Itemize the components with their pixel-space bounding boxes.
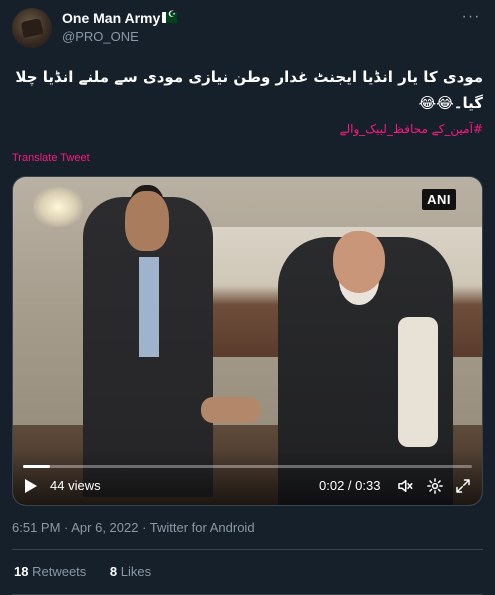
fullscreen-icon[interactable] xyxy=(454,477,472,495)
translate-tweet-link[interactable]: Translate Tweet xyxy=(12,152,90,164)
tweet-timestamp[interactable]: 6:51 PM · Apr 6, 2022 · Twitter for Andr… xyxy=(12,520,255,535)
settings-gear-icon[interactable] xyxy=(426,477,444,495)
ani-watermark: ANI xyxy=(422,189,456,210)
video-frame-handshake xyxy=(201,397,261,423)
volume-muted-icon[interactable] xyxy=(396,477,414,495)
video-controls: 44 views 0:02 / 0:33 xyxy=(13,449,482,505)
hashtag-link[interactable]: #آمین_کے محافظ_لبیک_والے xyxy=(339,122,483,136)
author-display-name[interactable]: One Man Army xyxy=(62,10,160,26)
video-progress-fill xyxy=(23,465,50,468)
play-icon[interactable] xyxy=(25,479,37,493)
divider xyxy=(12,549,483,550)
tweet-text: مودی کا یار انڈیا ایجنٹ غدار وطن نیازی م… xyxy=(15,68,483,112)
video-frame-lamp xyxy=(33,187,83,227)
video-time: 0:02 / 0:33 xyxy=(319,478,381,493)
video-player[interactable]: ANI 44 views 0:02 / 0:33 xyxy=(12,176,483,506)
author-handle[interactable]: @PRO_ONE xyxy=(62,29,139,44)
likes-stat[interactable]: 8 Likes xyxy=(110,564,151,579)
retweets-label: Retweets xyxy=(32,564,87,579)
retweets-stat[interactable]: 18 Retweets xyxy=(14,564,86,579)
video-progress-bar[interactable] xyxy=(23,465,472,468)
likes-label: Likes xyxy=(120,564,152,579)
tweet-header: One Man Army @PRO_ONE ··· xyxy=(12,8,483,48)
pakistan-flag-icon xyxy=(162,9,177,23)
tweet-stats: 18 Retweets 8 Likes xyxy=(14,564,171,579)
likes-count: 8 xyxy=(109,564,118,579)
retweets-count: 18 xyxy=(14,564,29,579)
view-count: 44 views xyxy=(50,478,101,493)
avatar[interactable] xyxy=(12,8,52,48)
more-options-icon[interactable]: ··· xyxy=(459,9,483,30)
